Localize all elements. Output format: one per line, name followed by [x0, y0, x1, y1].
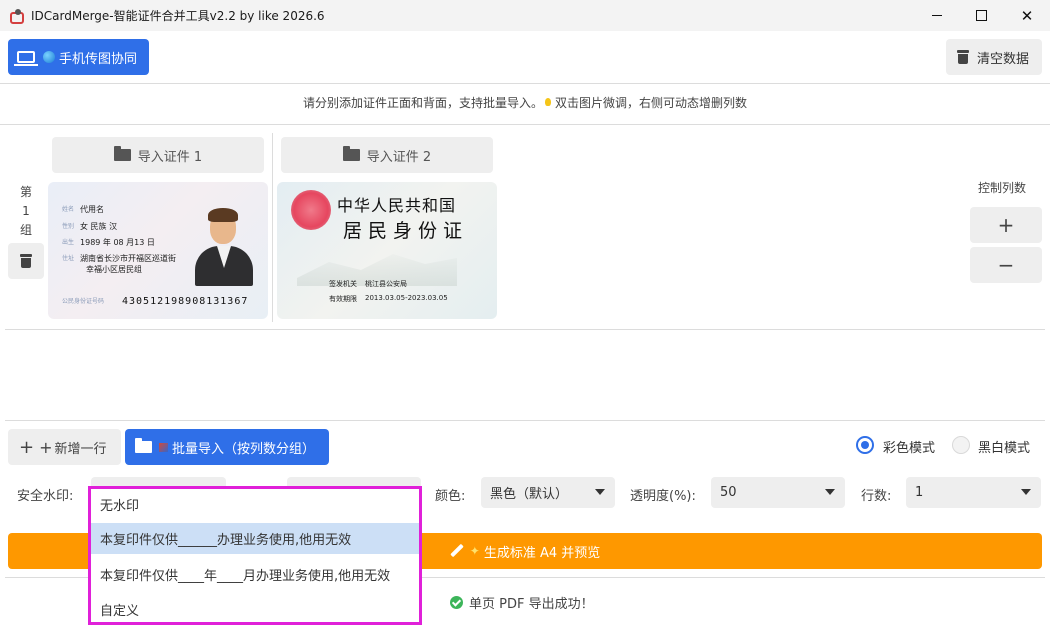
import-card-2-button[interactable]: 导入证件 2 [281, 137, 493, 173]
trash-icon [20, 254, 32, 268]
divider [0, 83, 1050, 84]
card-field-key: 住址 [62, 255, 75, 262]
phone-collab-label: 手机传图协同 [59, 51, 138, 67]
card-id-number: 430512198908131367 [122, 296, 249, 307]
card-field-value: 女 民族 汉 [80, 222, 118, 231]
color-label: 颜色: [435, 489, 466, 504]
hint-text-part1: 请分别添加证件正面和背面，支持批量导入。 [302, 96, 543, 110]
watermark-option-dated[interactable]: 本复印件仅供____年____月办理业务使用,他用无效 [91, 559, 419, 590]
card-id-key: 公民身份证号码 [62, 298, 105, 305]
card-back-field: 签发机关 桃江县公安局 [329, 279, 407, 289]
card-field-value: 湖南省长沙市开福区巡道街 [80, 254, 177, 263]
status-text: 单页 PDF 导出成功！ [469, 597, 594, 612]
color-mode-radio[interactable] [856, 436, 874, 454]
clear-data-button[interactable]: 清空数据 [946, 39, 1042, 75]
status-message: 单页 PDF 导出成功！ [450, 593, 594, 612]
divider [5, 329, 1045, 330]
card-field-key: 出生 [62, 239, 75, 246]
import-card-2-label: 导入证件 2 [366, 149, 432, 165]
chevron-down-icon [1021, 489, 1031, 495]
delete-group-button[interactable] [8, 243, 44, 279]
card-field-value: 幸福小区居民组 [86, 265, 142, 274]
watermark-option-business[interactable]: 本复印件仅供______办理业务使用,他用无效 [91, 523, 419, 554]
national-emblem-icon [291, 190, 331, 230]
rows-select-value: 1 [915, 485, 924, 500]
color-select[interactable]: 黑色（默认） [481, 477, 615, 508]
pencil-icon [450, 544, 464, 558]
card-back-value: 2013.03.05-2023.03.05 [365, 294, 448, 302]
lightbulb-icon [545, 98, 551, 106]
rows-label: 行数: [861, 489, 892, 504]
clear-data-label: 清空数据 [977, 51, 1030, 67]
divider [0, 124, 1050, 125]
watermark-option-none[interactable]: 无水印 [91, 489, 419, 520]
card-back-field: 有效期限 2013.03.05-2023.03.05 [329, 294, 448, 304]
globe-icon [43, 51, 55, 63]
folder-icon [113, 146, 131, 161]
color-mode-label: 彩色模式 [883, 441, 936, 456]
check-circle-icon [450, 596, 463, 609]
opacity-select[interactable]: 50 [711, 477, 845, 508]
generate-label: 生成标准 A4 并预览 [483, 545, 601, 561]
card-back-value: 桃江县公安局 [365, 280, 407, 288]
bw-mode-label: 黑白模式 [978, 441, 1031, 456]
card-field-value: 代用名 [80, 205, 105, 214]
import-card-1-button[interactable]: 导入证件 1 [52, 137, 264, 173]
hint-text: 请分别添加证件正面和背面，支持批量导入。 双击图片微调，右侧可动态增删列数 [0, 94, 1050, 111]
maximize-button[interactable] [958, 0, 1004, 31]
card-back-key: 签发机关 [329, 280, 357, 288]
card-field: 幸福小区居民组 [86, 264, 142, 275]
watermark-dropdown: 无水印 本复印件仅供______办理业务使用,他用无效 本复印件仅供____年_… [88, 486, 422, 625]
app-icon [9, 8, 24, 24]
add-row-button[interactable]: + + 新增一行 [8, 429, 121, 465]
phone-collab-button[interactable]: 手机传图协同 [8, 39, 149, 75]
card-field: 姓名 代用名 [62, 204, 104, 215]
card-field: 公民身份证号码 [62, 296, 104, 305]
batch-import-button[interactable]: 批量导入（按列数分组） [125, 429, 329, 465]
add-column-button[interactable]: + [970, 207, 1042, 243]
trash-icon [957, 50, 969, 64]
rows-select[interactable]: 1 [906, 477, 1041, 508]
hint-text-part2: 双击图片微调，右侧可动态增删列数 [555, 96, 748, 110]
remove-column-button[interactable]: − [970, 247, 1042, 283]
folder-icon [342, 146, 360, 161]
opacity-label: 透明度(%): [630, 489, 696, 504]
card-field-value: 1989 年 08 月13 日 [80, 238, 155, 247]
title-bar: IDCardMerge-智能证件合并工具v2.2 by like 2026.6 [0, 0, 1050, 31]
column-control-label: 控制列数 [978, 181, 1027, 195]
card-back-title-line1: 中华人民共和国 [337, 196, 457, 215]
divider [5, 420, 1045, 421]
plus-icon: + [19, 436, 35, 458]
add-row-label: 新增一行 [54, 441, 107, 457]
id-card-front-image[interactable]: 姓名 代用名 性别女 民族 汉 出生 1989 年 08 月13 日 住址 湖南省长沙… [48, 182, 268, 319]
card-field-key: 性别 [62, 223, 75, 230]
chevron-down-icon [595, 489, 605, 495]
watermark-option-custom[interactable]: 自定义 [91, 594, 419, 625]
bw-mode-radio[interactable] [952, 436, 970, 454]
window-title: IDCardMerge-智能证件合并工具v2.2 by like 2026.6 [31, 9, 325, 23]
card-field: 性别女 民族 汉 [62, 221, 117, 232]
column-divider [272, 133, 273, 322]
plus-icon: + [39, 437, 53, 457]
import-card-1-label: 导入证件 1 [137, 149, 203, 165]
minimize-button[interactable] [914, 0, 960, 31]
group-label: 第1组 [19, 185, 32, 237]
card-back-title-line2: 居民身份证 [343, 220, 469, 242]
sparkle-icon: ✦ [469, 544, 480, 558]
card-field: 住址 湖南省长沙市开福区巡道街 [62, 253, 176, 264]
opacity-select-value: 50 [720, 485, 737, 500]
chevron-down-icon [825, 489, 835, 495]
card-field-key: 姓名 [62, 206, 75, 213]
color-select-value: 黑色（默认） [490, 487, 569, 502]
laptop-icon [14, 51, 38, 66]
id-card-back-image[interactable]: 中华人民共和国 居民身份证 签发机关 桃江县公安局 有效期限 2013.03.05-… [277, 182, 497, 319]
folder-icon [135, 438, 152, 453]
card-back-key: 有效期限 [329, 295, 357, 303]
portrait-image [193, 204, 255, 286]
close-button[interactable]: ✕ [1004, 0, 1050, 31]
card-field: 出生 1989 年 08 月13 日 [62, 237, 155, 248]
watermark-label: 安全水印: [17, 489, 74, 504]
flag-icon [159, 442, 168, 452]
batch-import-label: 批量导入（按列数分组） [172, 441, 316, 457]
